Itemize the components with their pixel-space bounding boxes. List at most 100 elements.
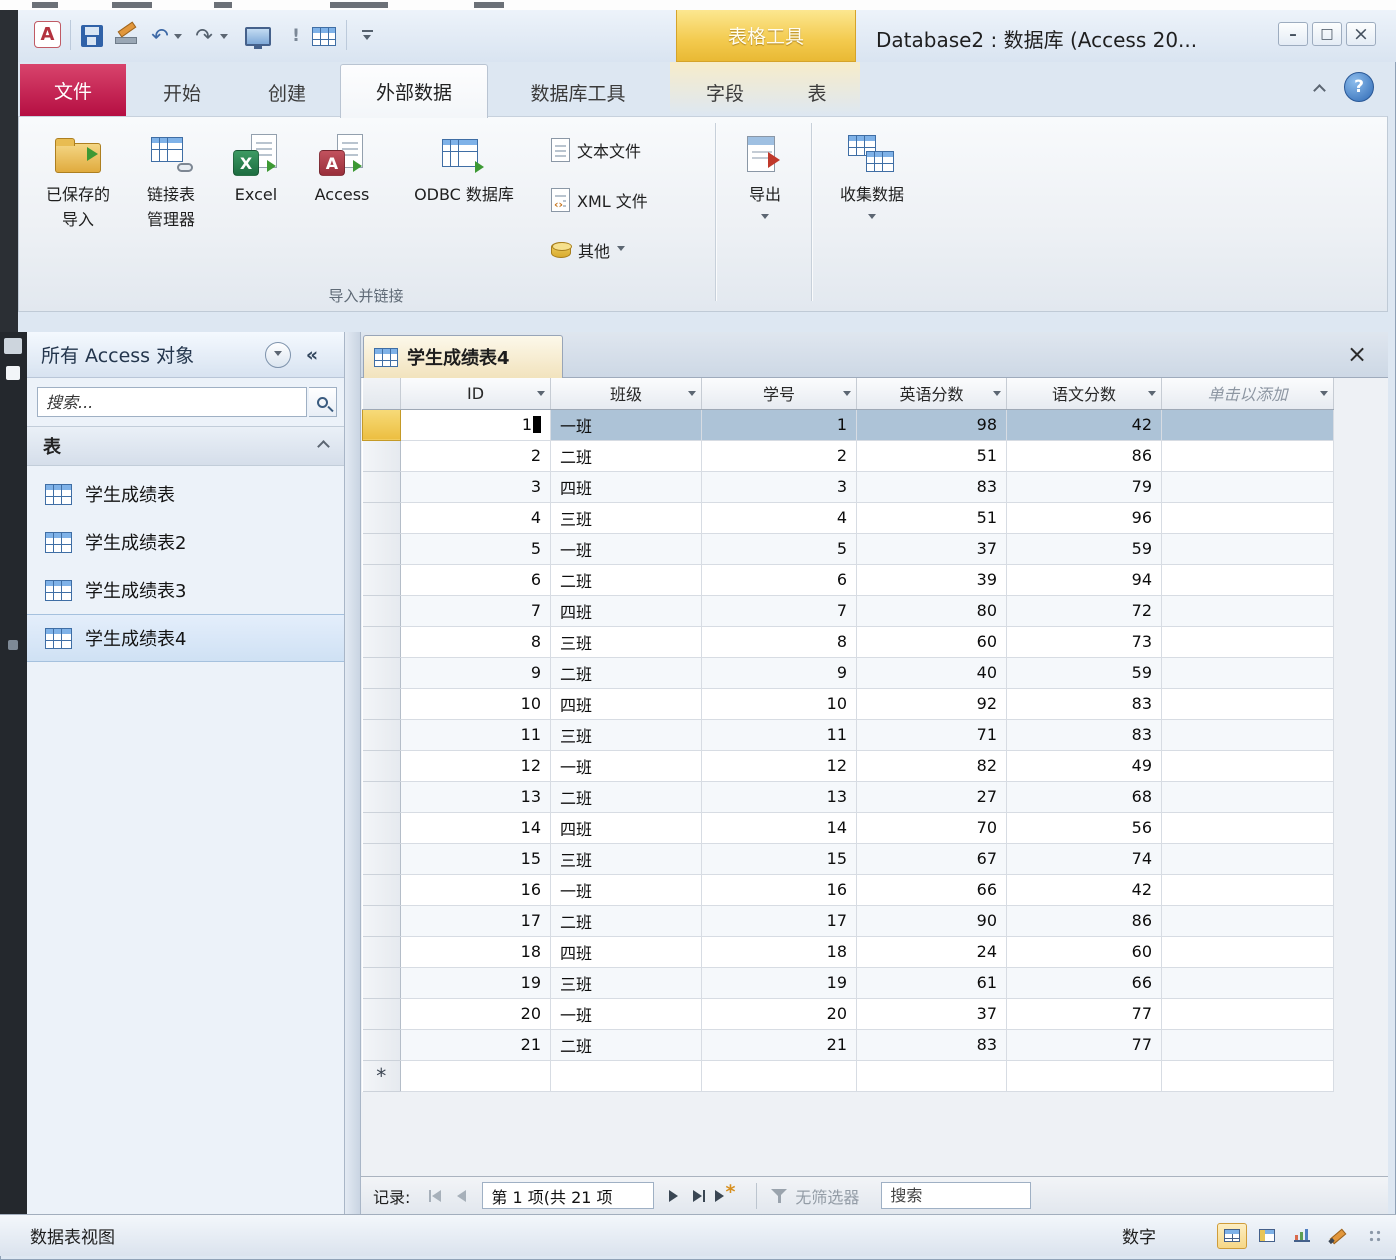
- cell[interactable]: 79: [1007, 471, 1162, 502]
- cell[interactable]: 11: [401, 719, 551, 750]
- row-selector[interactable]: [363, 905, 401, 936]
- cell[interactable]: 8: [401, 626, 551, 657]
- customize-quick-access-button[interactable]: [354, 22, 382, 50]
- cell-add[interactable]: [1162, 595, 1334, 626]
- row-selector[interactable]: [363, 657, 401, 688]
- row-selector[interactable]: [363, 502, 401, 533]
- cell[interactable]: 一班: [551, 998, 702, 1029]
- cell[interactable]: 13: [401, 781, 551, 812]
- import-xml-file-button[interactable]: XML 文件: [547, 179, 725, 221]
- nav-search-button[interactable]: [309, 387, 337, 417]
- nav-item[interactable]: 学生成绩表3: [27, 566, 344, 614]
- row-selector[interactable]: [363, 564, 401, 595]
- cell[interactable]: 27: [857, 781, 1007, 812]
- cell[interactable]: 18: [702, 936, 857, 967]
- cell[interactable]: 6: [702, 564, 857, 595]
- cell[interactable]: 8: [702, 626, 857, 657]
- cell[interactable]: 四班: [551, 595, 702, 626]
- access-app-icon[interactable]: [34, 21, 61, 48]
- cell[interactable]: 5: [702, 533, 857, 564]
- cell[interactable]: 19: [702, 967, 857, 998]
- cell[interactable]: 37: [857, 998, 1007, 1029]
- help-button[interactable]: [1344, 72, 1374, 102]
- cell[interactable]: 42: [1007, 409, 1162, 440]
- cell[interactable]: 51: [857, 440, 1007, 471]
- cell[interactable]: 4: [702, 502, 857, 533]
- column-dropdown-icon[interactable]: [1320, 391, 1328, 400]
- cell[interactable]: 19: [401, 967, 551, 998]
- nav-section-tables[interactable]: 表: [27, 426, 344, 466]
- import-access-button[interactable]: Access: [297, 123, 387, 281]
- cell-add[interactable]: [1162, 905, 1334, 936]
- cell-add[interactable]: [1162, 440, 1334, 471]
- cell[interactable]: 二班: [551, 1029, 702, 1060]
- row-selector[interactable]: [363, 781, 401, 812]
- cell[interactable]: 4: [401, 502, 551, 533]
- column-dropdown-icon[interactable]: [537, 391, 545, 400]
- last-record-button[interactable]: [686, 1183, 712, 1209]
- no-filter-button[interactable]: 无筛选器: [771, 1184, 859, 1208]
- cell[interactable]: 二班: [551, 657, 702, 688]
- cell-add[interactable]: [1162, 967, 1334, 998]
- row-selector[interactable]: [363, 409, 401, 440]
- row-selector[interactable]: [363, 626, 401, 657]
- minimize-ribbon-button[interactable]: [1306, 78, 1332, 102]
- cell[interactable]: 83: [1007, 719, 1162, 750]
- cell[interactable]: 74: [1007, 843, 1162, 874]
- cell-empty[interactable]: [702, 1060, 857, 1091]
- cell[interactable]: 83: [1007, 688, 1162, 719]
- cell[interactable]: 92: [857, 688, 1007, 719]
- new-record-button[interactable]: [712, 1183, 738, 1209]
- cell[interactable]: 12: [401, 750, 551, 781]
- cell[interactable]: 21: [401, 1029, 551, 1060]
- cell[interactable]: 16: [401, 874, 551, 905]
- cell[interactable]: 24: [857, 936, 1007, 967]
- switch-windows-button[interactable]: [244, 22, 272, 50]
- cell-add[interactable]: [1162, 409, 1334, 440]
- cell[interactable]: 67: [857, 843, 1007, 874]
- undo-button[interactable]: [146, 22, 174, 50]
- cell-add[interactable]: [1162, 936, 1334, 967]
- table-quick-button[interactable]: [310, 22, 338, 50]
- cell[interactable]: 86: [1007, 905, 1162, 936]
- cell[interactable]: 66: [857, 874, 1007, 905]
- cell[interactable]: 四班: [551, 936, 702, 967]
- import-excel-button[interactable]: Excel: [217, 123, 295, 281]
- previous-record-button[interactable]: [448, 1183, 474, 1209]
- nav-item[interactable]: 学生成绩表2: [27, 518, 344, 566]
- cell[interactable]: 四班: [551, 812, 702, 843]
- cell[interactable]: 56: [1007, 812, 1162, 843]
- close-button[interactable]: [1346, 22, 1376, 46]
- cell[interactable]: 59: [1007, 533, 1162, 564]
- cell[interactable]: 2: [702, 440, 857, 471]
- nav-search-input[interactable]: [37, 387, 307, 417]
- undo-dropdown-icon[interactable]: [174, 34, 182, 43]
- cell[interactable]: 40: [857, 657, 1007, 688]
- column-dropdown-icon[interactable]: [843, 391, 851, 400]
- cell-add[interactable]: [1162, 843, 1334, 874]
- cell[interactable]: 37: [857, 533, 1007, 564]
- row-selector[interactable]: [363, 471, 401, 502]
- cell[interactable]: 68: [1007, 781, 1162, 812]
- new-record-selector[interactable]: *: [363, 1060, 401, 1091]
- row-selector[interactable]: [363, 936, 401, 967]
- cell-add[interactable]: [1162, 564, 1334, 595]
- cell[interactable]: 三班: [551, 967, 702, 998]
- cell[interactable]: 1: [401, 409, 551, 440]
- collapse-chevron-icon[interactable]: [317, 440, 330, 453]
- tab-create[interactable]: 创建: [236, 68, 338, 116]
- save-button[interactable]: [78, 22, 106, 50]
- cell[interactable]: 80: [857, 595, 1007, 626]
- saved-imports-button[interactable]: 已保存的 导入: [31, 123, 125, 281]
- nav-item[interactable]: 学生成绩表4: [27, 614, 344, 662]
- tab-table[interactable]: 表: [778, 68, 856, 116]
- cell[interactable]: 83: [857, 471, 1007, 502]
- cell[interactable]: 14: [702, 812, 857, 843]
- column-header[interactable]: 英语分数: [857, 378, 1007, 409]
- record-search-input[interactable]: [881, 1182, 1031, 1209]
- design-view-button[interactable]: [1322, 1223, 1352, 1249]
- cell-add[interactable]: [1162, 781, 1334, 812]
- cell[interactable]: 15: [702, 843, 857, 874]
- tab-file[interactable]: 文件: [20, 64, 126, 116]
- column-header[interactable]: 班级: [551, 378, 702, 409]
